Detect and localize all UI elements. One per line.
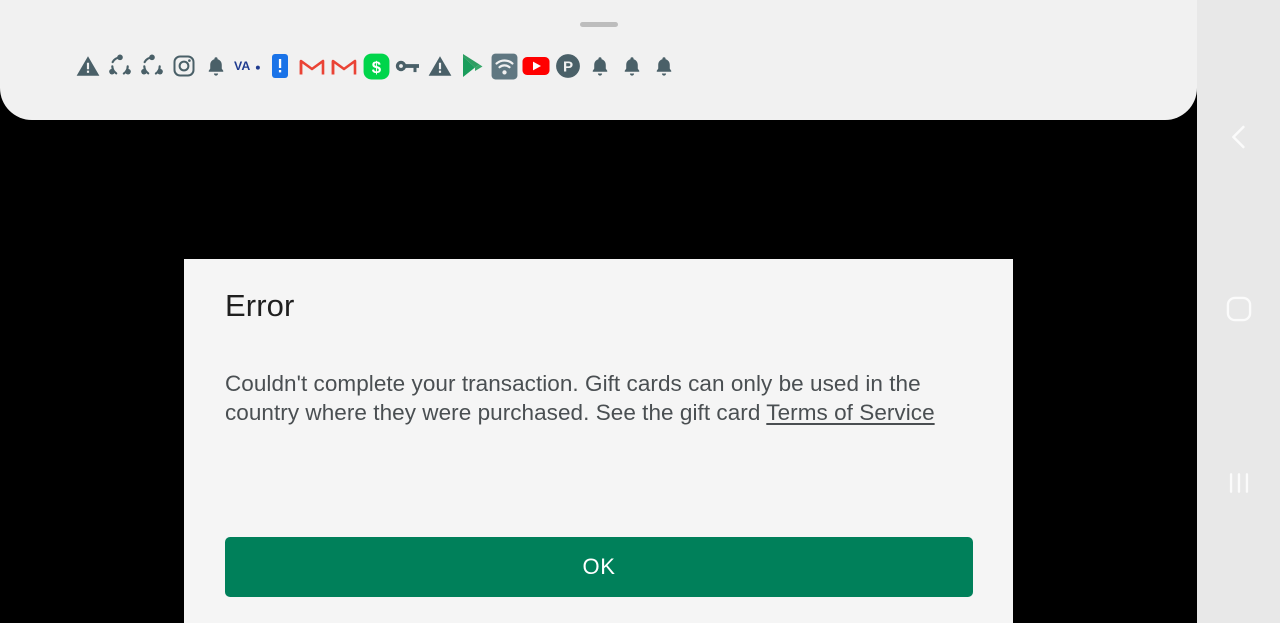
bell-icon[interactable] <box>616 50 648 82</box>
notification-shade: VA $ P <box>0 0 1197 120</box>
bell-icon[interactable] <box>648 50 680 82</box>
bell-icon[interactable] <box>584 50 616 82</box>
back-button[interactable] <box>1211 109 1267 165</box>
dialog-message: Couldn't complete your transaction. Gift… <box>225 369 943 427</box>
cash-app-icon[interactable]: $ <box>360 50 392 82</box>
key-icon[interactable] <box>392 50 424 82</box>
svg-text:P: P <box>563 59 573 76</box>
p-circle-icon[interactable]: P <box>552 50 584 82</box>
svg-text:$: $ <box>371 57 381 76</box>
shade-drag-handle[interactable] <box>579 22 618 27</box>
instagram-icon[interactable] <box>168 50 200 82</box>
warning-triangle-icon[interactable] <box>424 50 456 82</box>
home-button[interactable] <box>1211 281 1267 337</box>
play-store-icon[interactable] <box>456 50 488 82</box>
nearby-share-icon[interactable] <box>136 50 168 82</box>
ok-button[interactable]: OK <box>225 537 973 597</box>
recent-apps-button[interactable] <box>1211 455 1267 511</box>
nearby-share-icon[interactable] <box>104 50 136 82</box>
va-logo-icon[interactable]: VA <box>232 50 264 82</box>
terms-of-service-link[interactable]: Terms of Service <box>766 400 934 425</box>
rounded-square-icon <box>1225 295 1253 323</box>
gmail-icon[interactable] <box>328 50 360 82</box>
system-navigation-bar <box>1197 0 1280 623</box>
error-dialog: Error Couldn't complete your transaction… <box>184 259 1013 623</box>
wifi-icon[interactable] <box>488 50 520 82</box>
gmail-icon[interactable] <box>296 50 328 82</box>
svg-text:VA: VA <box>234 59 250 73</box>
chevron-left-icon <box>1224 122 1254 152</box>
warning-triangle-icon[interactable] <box>72 50 104 82</box>
three-bars-icon <box>1225 469 1253 497</box>
dialog-title: Error <box>225 288 295 323</box>
youtube-icon[interactable] <box>520 50 552 82</box>
status-bar-notification-icons: VA $ P <box>72 50 680 82</box>
bell-icon[interactable] <box>200 50 232 82</box>
alert-exclamation-icon[interactable] <box>264 50 296 82</box>
device-screen: VA $ P Error Couldn't complete your tran… <box>0 0 1280 623</box>
